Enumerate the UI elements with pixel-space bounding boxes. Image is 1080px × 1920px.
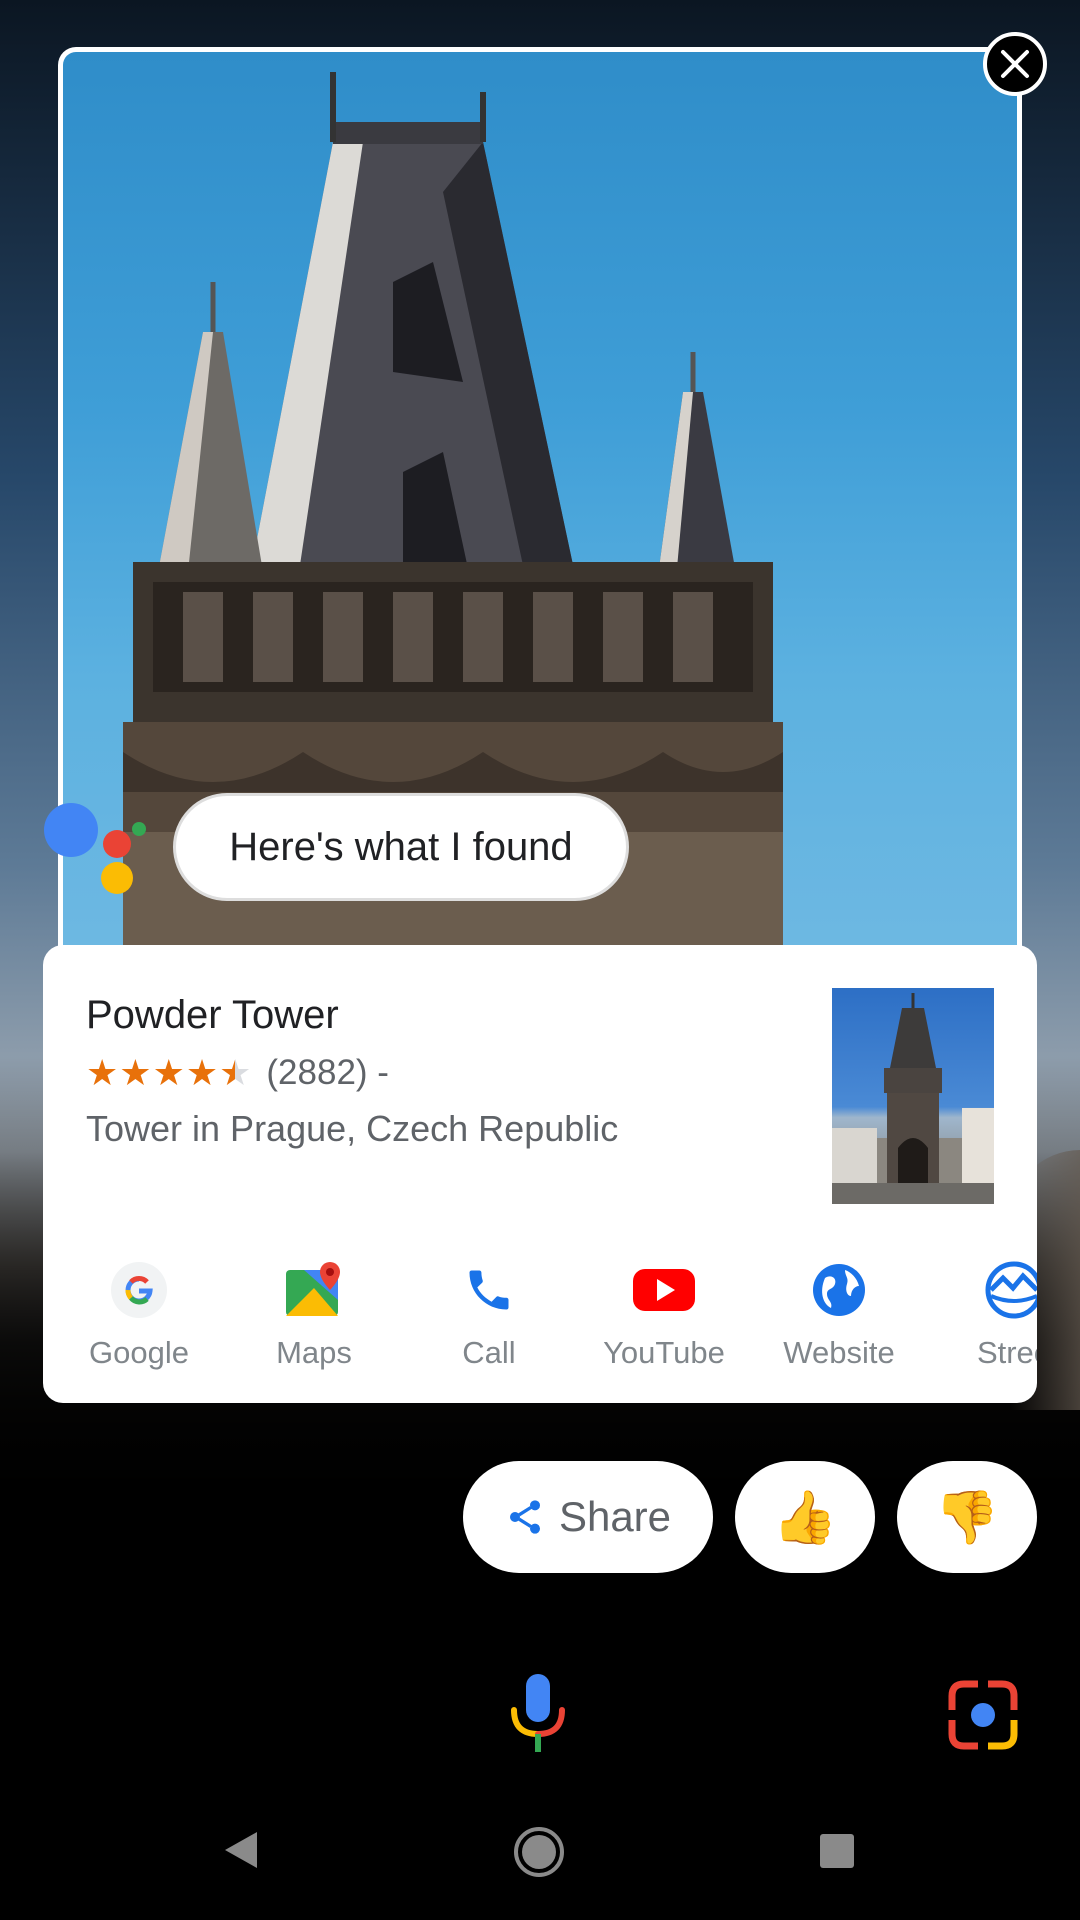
- share-button[interactable]: Share: [463, 1461, 713, 1573]
- back-button[interactable]: [223, 1830, 259, 1875]
- rating-row: ★ ★ ★ ★ ★ (2882) -: [86, 1053, 389, 1093]
- google-lens-icon: [948, 1680, 1018, 1750]
- microphone-icon: [511, 1674, 565, 1752]
- maps-icon: [279, 1255, 349, 1325]
- street-view-icon: [979, 1255, 1037, 1325]
- place-thumbnail[interactable]: [832, 988, 994, 1204]
- action-label: Call: [462, 1335, 516, 1370]
- globe-icon: [804, 1255, 874, 1325]
- thumbnail-tower-icon: [832, 993, 994, 1204]
- google-assistant-icon: [44, 800, 154, 900]
- close-button[interactable]: [983, 32, 1047, 96]
- action-label: Stree: [976, 1335, 1037, 1370]
- thumbs-up-button[interactable]: 👍: [735, 1461, 875, 1573]
- star-rating: ★ ★ ★ ★ ★: [86, 1053, 252, 1093]
- home-button[interactable]: [513, 1826, 565, 1883]
- result-card[interactable]: Powder Tower ★ ★ ★ ★ ★ (2882) - Tower in…: [43, 945, 1037, 1403]
- recents-button[interactable]: [820, 1834, 854, 1873]
- action-label: Website: [783, 1335, 895, 1370]
- recents-icon: [820, 1834, 854, 1868]
- action-label: Google: [89, 1335, 189, 1370]
- action-row: Google Maps Call YouTube Website Stre: [43, 1255, 1037, 1375]
- action-maps[interactable]: Maps: [229, 1255, 399, 1371]
- action-label: Maps: [276, 1335, 352, 1370]
- place-title: Powder Tower: [86, 993, 339, 1037]
- google-icon: [104, 1255, 174, 1325]
- action-youtube[interactable]: YouTube: [579, 1255, 749, 1371]
- google-lens-button[interactable]: [948, 1680, 1018, 1750]
- star-icon: ★: [152, 1052, 185, 1093]
- microphone-button[interactable]: [510, 1674, 566, 1754]
- home-icon: [514, 1827, 564, 1877]
- star-icon: ★: [185, 1052, 219, 1093]
- half-star-icon: ★: [219, 1052, 252, 1093]
- close-icon: [1001, 50, 1029, 78]
- place-subtitle: Tower in Prague, Czech Republic: [86, 1108, 619, 1149]
- action-label: YouTube: [603, 1335, 725, 1370]
- thumbs-down-button[interactable]: 👎: [897, 1461, 1037, 1573]
- thumbs-up-icon: 👍: [772, 1488, 838, 1547]
- action-google[interactable]: Google: [54, 1255, 224, 1371]
- youtube-icon: [629, 1255, 699, 1325]
- phone-icon: [454, 1255, 524, 1325]
- assistant-response-bubble: Here's what I found: [173, 793, 629, 901]
- thumbs-down-icon: 👎: [934, 1488, 1000, 1547]
- back-icon: [225, 1832, 257, 1868]
- review-count: (2882) -: [266, 1053, 389, 1092]
- share-label: Share: [558, 1493, 672, 1540]
- action-call[interactable]: Call: [404, 1255, 574, 1371]
- star-icon: ★: [86, 1052, 119, 1093]
- star-icon: ★: [119, 1052, 152, 1093]
- share-icon: [509, 1500, 540, 1534]
- action-website[interactable]: Website: [754, 1255, 924, 1371]
- action-street-view[interactable]: Stree: [929, 1255, 1037, 1371]
